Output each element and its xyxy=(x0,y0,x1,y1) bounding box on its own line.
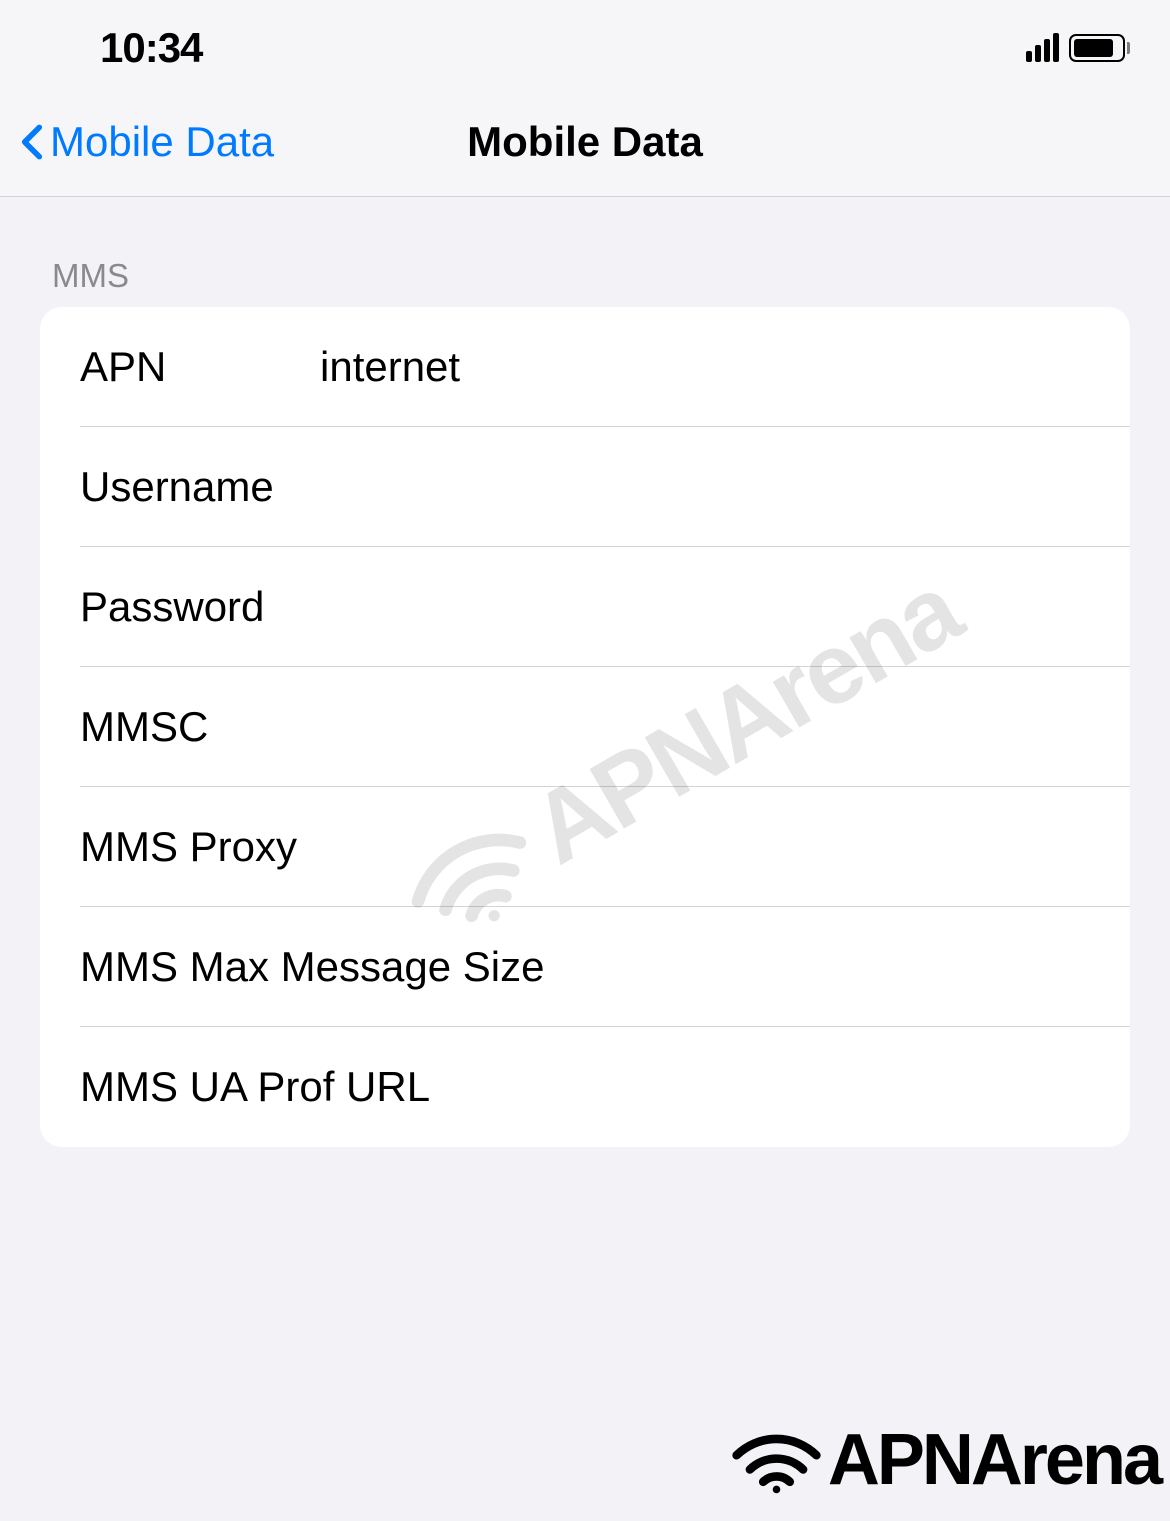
watermark-text: APNArena xyxy=(828,1419,1160,1501)
mms-settings-group: APN Username Password MMSC MMS Proxy MMS… xyxy=(40,307,1130,1147)
mms-max-size-input[interactable] xyxy=(544,943,1130,991)
username-label: Username xyxy=(80,463,274,511)
status-indicators xyxy=(1026,34,1130,62)
mms-ua-prof-url-row[interactable]: MMS UA Prof URL xyxy=(40,1027,1130,1147)
navigation-bar: Mobile Data Mobile Data xyxy=(0,88,1170,197)
apn-label: APN xyxy=(80,343,320,391)
username-row[interactable]: Username xyxy=(40,427,1130,547)
username-input[interactable] xyxy=(274,463,1130,511)
mms-ua-prof-url-input[interactable] xyxy=(430,1063,1130,1111)
section-header-mms: MMS xyxy=(40,197,1130,307)
watermark-bottom: APNArena xyxy=(729,1419,1160,1501)
mms-max-size-row[interactable]: MMS Max Message Size xyxy=(40,907,1130,1027)
chevron-left-icon xyxy=(20,121,44,163)
password-row[interactable]: Password xyxy=(40,547,1130,667)
mmsc-row[interactable]: MMSC xyxy=(40,667,1130,787)
status-bar: 10:34 xyxy=(0,0,1170,88)
back-button[interactable]: Mobile Data xyxy=(20,118,274,166)
password-label: Password xyxy=(80,583,264,631)
mms-ua-prof-url-label: MMS UA Prof URL xyxy=(80,1063,430,1111)
wifi-icon xyxy=(729,1425,824,1495)
cellular-signal-icon xyxy=(1026,34,1059,62)
content-area: MMS APN Username Password MMSC MMS Proxy… xyxy=(0,197,1170,1147)
password-input[interactable] xyxy=(264,583,1130,631)
mmsc-input[interactable] xyxy=(208,703,1130,751)
apn-input[interactable] xyxy=(320,343,1130,391)
page-title: Mobile Data xyxy=(467,118,703,166)
mms-proxy-input[interactable] xyxy=(297,823,1130,871)
mms-proxy-label: MMS Proxy xyxy=(80,823,297,871)
apn-row[interactable]: APN xyxy=(40,307,1130,427)
back-label: Mobile Data xyxy=(50,118,274,166)
mms-max-size-label: MMS Max Message Size xyxy=(80,943,544,991)
status-time: 10:34 xyxy=(100,24,202,72)
mmsc-label: MMSC xyxy=(80,703,208,751)
mms-proxy-row[interactable]: MMS Proxy xyxy=(40,787,1130,907)
battery-icon xyxy=(1069,34,1130,62)
